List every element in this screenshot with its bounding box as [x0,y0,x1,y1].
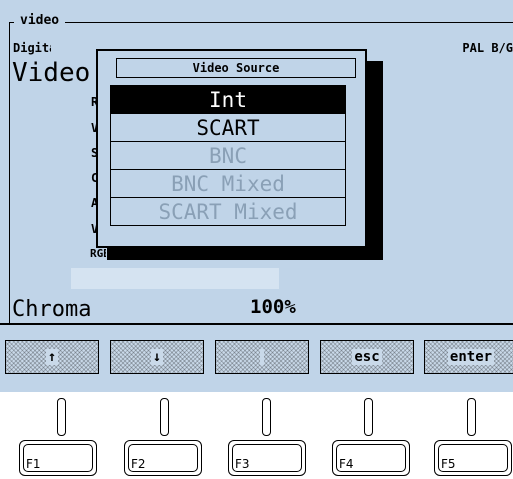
option-bnc-mixed: BNC Mixed [110,169,346,198]
softkey-up[interactable]: ↑ [5,340,99,374]
highlight-bar [71,268,279,289]
key-stem [467,398,476,436]
f3-label: F3 [235,457,250,471]
enter-label: enter [447,349,495,365]
f1-label: F1 [26,457,41,471]
option-scart-mixed: SCART Mixed [110,197,346,226]
softkey-blank-label [260,349,264,365]
key-stem [160,398,169,436]
mode-label: Video [12,58,91,88]
up-arrow-icon: ↑ [45,349,59,365]
softkey-blank[interactable] [215,340,309,374]
f4-label: F4 [339,457,354,471]
chroma-value: 100% [250,296,296,318]
option-int[interactable]: Int [110,85,346,114]
popup-title: Video Source [116,58,356,78]
header-right-text: PAL B/G [462,41,513,55]
esc-label: esc [352,349,382,365]
function-key-f2[interactable]: F2 [124,440,202,476]
key-stem [57,398,66,436]
device-screen: video Digital So PAL B/G Video R V S C A… [0,0,513,392]
function-key-f4[interactable]: F4 [332,440,410,476]
softkey-bar: ↑ ↓ esc enter [0,340,513,374]
function-key-f1[interactable]: F1 [19,440,97,476]
softkey-esc[interactable]: esc [320,340,414,374]
chroma-label: Chroma [12,297,92,322]
down-arrow-icon: ↓ [150,349,164,365]
f2-label: F2 [131,457,146,471]
option-scart[interactable]: SCART [110,113,346,142]
header-left-text: Digital So [13,41,51,55]
option-list: Int SCART BNC BNC Mixed SCART Mixed [110,85,346,226]
option-bnc: BNC [110,141,346,170]
divider-line [0,323,513,325]
softkey-enter[interactable]: enter [424,340,513,374]
function-key-f3[interactable]: F3 [228,440,306,476]
function-key-f5[interactable]: F5 [434,440,512,476]
rgb-label: RGB [90,247,106,260]
f5-label: F5 [441,457,456,471]
video-source-popup: Video Source Int SCART BNC BNC Mixed SCA… [96,49,367,248]
softkey-down[interactable]: ↓ [110,340,204,374]
panel-title: video [14,13,66,28]
key-stem [262,398,271,436]
key-stem [364,398,373,436]
